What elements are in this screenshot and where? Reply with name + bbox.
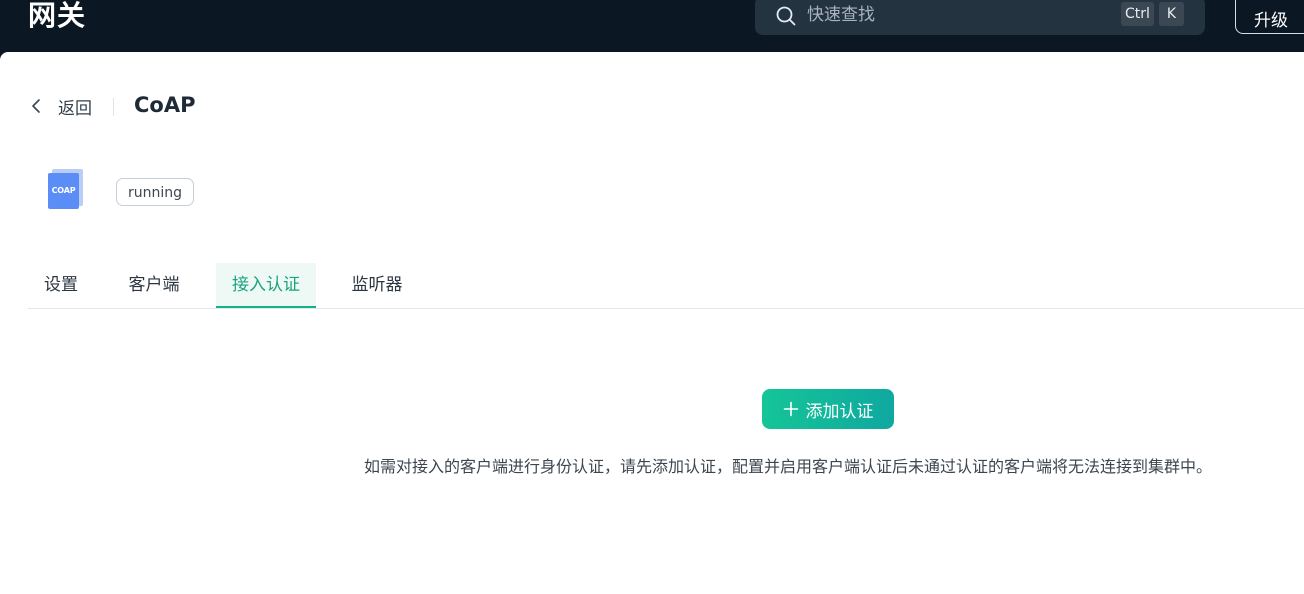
add-authentication-label: 添加认证	[805, 401, 874, 422]
header-divider	[113, 98, 114, 116]
shortcut-key-ctrl: Ctrl	[1121, 2, 1154, 26]
gateway-title: CoAP	[134, 93, 196, 117]
tab-settings[interactable]: 设置	[28, 263, 94, 308]
back-link[interactable]: 返回	[30, 93, 92, 119]
top-bar: 网关 Ctrl K 升级	[0, 0, 1304, 52]
content-panel: 返回 CoAP COAP running 设置 客户端 接入认证 监听器 添加认…	[0, 52, 1304, 594]
add-authentication-button[interactable]: 添加认证	[762, 389, 894, 429]
empty-state-hint: 如需对接入的客户端进行身份认证，请先添加认证，配置并启用客户端认证后未通过认证的…	[364, 457, 1213, 476]
chevron-left-icon	[32, 99, 40, 113]
page-heading: 网关	[28, 0, 87, 32]
search-input[interactable]	[807, 0, 1107, 30]
search-box[interactable]: Ctrl K	[755, 0, 1205, 35]
back-label: 返回	[58, 98, 92, 119]
coap-logo: COAP	[48, 169, 84, 210]
tab-clients[interactable]: 客户端	[112, 263, 196, 308]
shortcut-key-k: K	[1159, 2, 1184, 26]
tab-authentication[interactable]: 接入认证	[216, 263, 316, 308]
tab-listeners[interactable]: 监听器	[334, 263, 420, 308]
plus-icon	[783, 401, 798, 417]
status-badge: running	[116, 178, 195, 206]
upgrade-button[interactable]: 升级	[1235, 0, 1304, 34]
search-icon	[776, 6, 796, 26]
logo-face: COAP	[48, 173, 79, 209]
tab-bar: 设置 客户端 接入认证 监听器	[28, 263, 1304, 309]
